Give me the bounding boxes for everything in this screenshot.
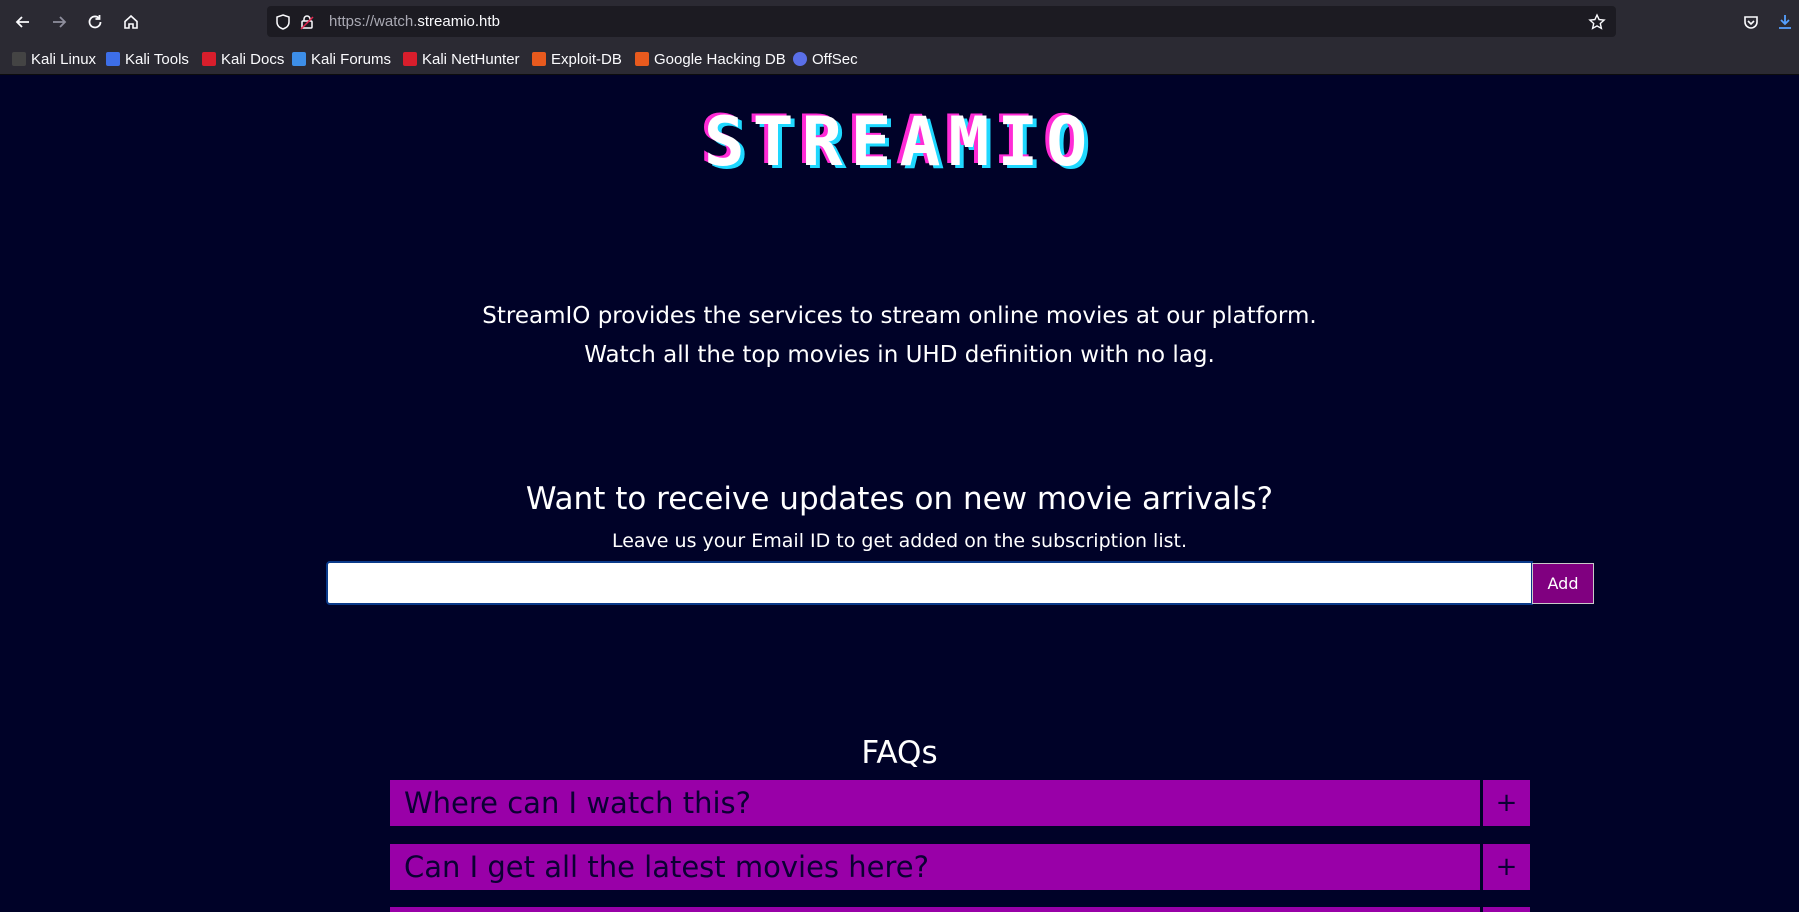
forward-button[interactable] <box>46 9 72 35</box>
url-host: streamio.htb <box>417 13 500 30</box>
arrow-right-icon <box>53 16 67 28</box>
bookmark-label: Kali Forums <box>311 50 392 68</box>
browser-toolbar: https://watch.streamio.htb <box>0 0 1799 42</box>
bookmark-label: Exploit-DB <box>551 50 622 68</box>
faq-expand-button-partial[interactable] <box>1483 907 1530 912</box>
faq-question[interactable]: Where can I watch this? <box>390 780 1480 826</box>
faqs-title: FAQs <box>861 735 938 771</box>
faq-item-partial[interactable] <box>390 907 1530 912</box>
kali-docs-icon <box>202 52 216 66</box>
reload-icon <box>88 15 102 29</box>
faq-item[interactable]: Can I get all the latest movies here? + <box>390 844 1530 890</box>
tagline-line-2: Watch all the top movies in UHD definiti… <box>584 342 1215 368</box>
bookmark-kali-nethunter[interactable]: Kali NetHunter <box>403 49 520 69</box>
bookmark-kali-linux[interactable]: Kali Linux <box>12 49 96 69</box>
home-icon <box>124 14 138 29</box>
bookmark-exploit-db[interactable]: Exploit-DB <box>532 49 622 69</box>
kali-tools-icon <box>106 52 120 66</box>
home-button[interactable] <box>118 9 144 35</box>
bookmark-kali-docs[interactable]: Kali Docs <box>202 49 284 69</box>
faq-item[interactable]: Where can I watch this? + <box>390 780 1530 826</box>
bookmark-kali-tools[interactable]: Kali Tools <box>106 49 189 69</box>
faq-question-partial[interactable] <box>390 907 1480 912</box>
kali-dragon-icon <box>12 52 26 66</box>
bookmarks-toolbar: Kali Linux Kali Tools Kali Docs Kali For… <box>0 42 1799 75</box>
google-hacking-db-icon <box>635 52 649 66</box>
tagline-line-1: StreamIO provides the services to stream… <box>482 303 1317 329</box>
bookmark-label: Google Hacking DB <box>654 50 786 68</box>
reload-button[interactable] <box>82 9 108 35</box>
star-icon[interactable] <box>1588 13 1606 31</box>
bookmark-kali-forums[interactable]: Kali Forums <box>292 49 391 69</box>
email-input[interactable] <box>326 561 1533 605</box>
signup-heading: Want to receive updates on new movie arr… <box>525 481 1274 517</box>
url-scheme: https://watch. <box>329 13 418 30</box>
bookmark-label: Kali Linux <box>31 50 97 68</box>
pocket-button[interactable] <box>1738 9 1764 35</box>
bookmark-label: Kali Docs <box>221 50 285 68</box>
download-icon <box>1779 15 1791 29</box>
bookmark-label: OffSec <box>812 50 858 68</box>
pocket-icon <box>1744 16 1758 29</box>
bookmark-label: Kali NetHunter <box>422 50 520 68</box>
faq-expand-button[interactable]: + <box>1483 780 1530 826</box>
url-text[interactable]: https://watch.streamio.htb <box>329 13 500 30</box>
signup-subheading: Leave us your Email ID to get added on t… <box>611 530 1188 552</box>
address-bar[interactable]: https://watch.streamio.htb <box>267 6 1616 37</box>
kali-nethunter-icon <box>403 52 417 66</box>
offsec-icon <box>793 52 807 66</box>
lock-icon[interactable] <box>298 13 316 31</box>
site-logo: STREAMIO <box>703 103 1096 182</box>
bookmark-google-hacking-db[interactable]: Google Hacking DB <box>635 49 786 69</box>
downloads-button[interactable] <box>1772 9 1798 35</box>
faq-expand-button[interactable]: + <box>1483 844 1530 890</box>
back-button[interactable] <box>10 9 36 35</box>
shield-icon[interactable] <box>274 13 292 31</box>
kali-forums-icon <box>292 52 306 66</box>
bookmark-label: Kali Tools <box>125 50 189 68</box>
add-button[interactable]: Add <box>1532 563 1594 604</box>
bookmark-offsec[interactable]: OffSec <box>793 49 858 69</box>
exploit-db-icon <box>532 52 546 66</box>
faq-question[interactable]: Can I get all the latest movies here? <box>390 844 1480 890</box>
page-content: STREAMIO StreamIO provides the services … <box>0 75 1799 912</box>
arrow-left-icon <box>15 16 29 28</box>
